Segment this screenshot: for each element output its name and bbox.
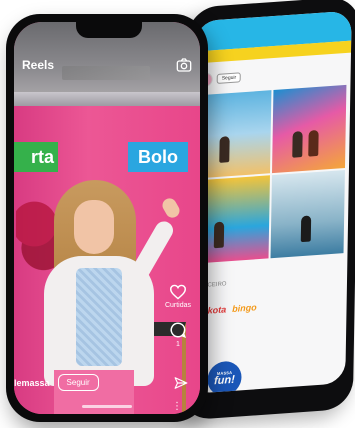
fun-logo-main: fun! bbox=[213, 373, 235, 387]
studio-beam bbox=[14, 92, 200, 106]
reels-title: Reels bbox=[22, 58, 55, 72]
photo-grid bbox=[195, 84, 347, 264]
front-phone: rta Bolo Reels Curtidas 1 lemassa Seguir… bbox=[6, 14, 208, 422]
home-indicator bbox=[82, 405, 132, 408]
follow-button[interactable]: Seguir bbox=[57, 374, 99, 391]
reel-screen: rta Bolo Reels Curtidas 1 lemassa Seguir… bbox=[14, 22, 200, 414]
side-actions: Curtidas 1 bbox=[162, 284, 194, 358]
phone-notch bbox=[76, 22, 142, 38]
back-follow-button[interactable]: Seguir bbox=[216, 72, 242, 85]
heart-icon[interactable] bbox=[169, 284, 187, 300]
camera-icon[interactable] bbox=[176, 57, 192, 73]
more-icon[interactable]: ⋮ bbox=[172, 401, 182, 412]
sign-left: rta bbox=[14, 142, 58, 172]
grid-photo[interactable] bbox=[197, 90, 272, 179]
presenter-face bbox=[74, 200, 114, 254]
grid-photo[interactable] bbox=[270, 170, 345, 259]
comment-icon[interactable] bbox=[169, 321, 187, 339]
comments-count: 1 bbox=[176, 341, 180, 348]
sign-right: Bolo bbox=[128, 142, 188, 172]
send-icon[interactable] bbox=[174, 376, 188, 390]
massa-fun-logo[interactable]: MASSA fun! bbox=[207, 360, 242, 394]
partner-logos: dalkota bingo bbox=[194, 289, 342, 323]
bingo-logo[interactable]: bingo bbox=[232, 302, 257, 314]
username[interactable]: lemassa bbox=[14, 378, 50, 388]
likes-label: Curtidas bbox=[164, 302, 192, 309]
blurred-area bbox=[62, 66, 150, 80]
back-phone-screen: Seguir ARCEIRO dalkota bingo MASSA fun! bbox=[189, 10, 352, 394]
reel-bottom-bar: lemassa Seguir bbox=[14, 374, 200, 391]
presenter-vest bbox=[76, 268, 122, 366]
grid-photo[interactable] bbox=[272, 84, 347, 174]
